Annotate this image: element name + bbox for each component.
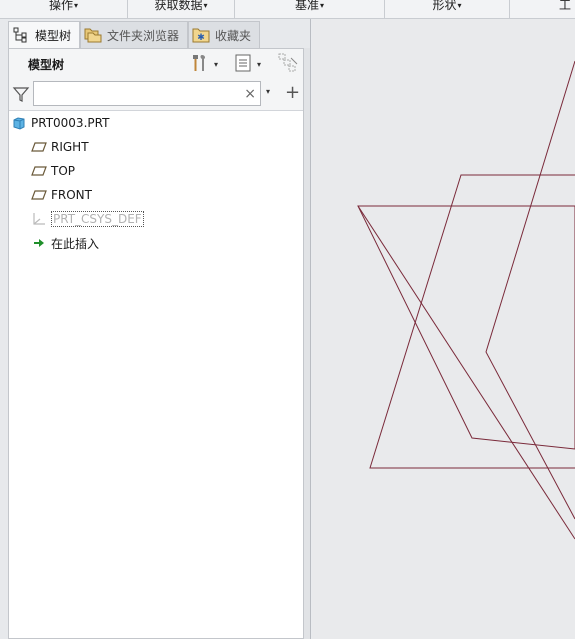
tree-item-label: 在此插入 [51, 236, 100, 251]
ribbon-group-datum[interactable]: 基准 ▾ [235, 0, 385, 19]
part-icon [11, 115, 27, 131]
model-tree: PRT0003.PRT RIGHT TOP FRONT PRT_CSYS_DEF… [9, 110, 303, 638]
chevron-down-icon: ▾ [257, 59, 262, 69]
ribbon-group-label: 获取数据 [154, 0, 203, 12]
ribbon-group-bar: 操作 ▾ 获取数据 ▾ 基准 ▾ 形状 ▾ 工 [0, 0, 575, 19]
clear-icon[interactable]: × [244, 84, 256, 104]
chevron-down-icon: ▾ [74, 1, 79, 10]
datum-plane-outline [485, 60, 575, 520]
panel-title: 模型树 [28, 58, 65, 72]
ribbon-group-label: 基准 [294, 0, 319, 12]
tree-settings-button[interactable]: ▾ [191, 53, 218, 75]
show-columns-button[interactable]: ▾ [234, 53, 261, 75]
tree-item-insert-here[interactable]: 在此插入 [31, 233, 99, 253]
tools-icon [191, 53, 209, 76]
datum-plane-icon [31, 163, 47, 179]
add-icon[interactable]: + [285, 81, 300, 105]
graphics-window[interactable] [312, 19, 575, 639]
list-settings-icon [234, 53, 252, 76]
tab-model-tree[interactable]: 模型树 [8, 21, 81, 48]
filter-icon[interactable] [12, 85, 30, 103]
tree-item-top-plane[interactable]: TOP [31, 161, 75, 181]
ribbon-group-get-data[interactable]: 获取数据 ▾ [128, 0, 235, 19]
navigator-panel: 模型树 文件夹浏览器 ✱ 收藏夹 模型树 ▾ ▾ × ▾ + PRT0003.P… [0, 19, 311, 639]
search-input[interactable]: × [33, 81, 261, 106]
svg-text:✱: ✱ [197, 33, 205, 43]
panel-splitter[interactable] [304, 48, 310, 639]
chevron-down-icon: ▾ [457, 1, 462, 10]
insert-here-arrow-icon [31, 235, 47, 251]
datum-plane-icon [31, 187, 47, 203]
chevron-down-icon: ▾ [320, 1, 325, 10]
tab-folder-browser[interactable]: 文件夹浏览器 [80, 21, 189, 48]
tree-item-csys[interactable]: PRT_CSYS_DEF [31, 209, 144, 229]
datum-plane-icon [31, 139, 47, 155]
navigator-tabs: 模型树 文件夹浏览器 ✱ 收藏夹 [8, 21, 261, 48]
tab-favorites[interactable]: ✱ 收藏夹 [188, 21, 261, 48]
chevron-down-icon[interactable]: ▾ [266, 87, 270, 96]
tree-item-root-part[interactable]: PRT0003.PRT [11, 113, 109, 133]
ribbon-group-label: 工 [558, 0, 571, 12]
datum-plane-outline [369, 174, 575, 469]
ribbon-group-label: 形状 [432, 0, 457, 12]
folder-browser-icon [83, 26, 103, 44]
tab-label: 模型树 [35, 28, 72, 43]
tree-item-label: FRONT [51, 188, 92, 202]
model-tree-icon [11, 26, 31, 44]
chevron-down-icon: ▾ [214, 59, 219, 69]
ribbon-group-operations[interactable]: 操作 ▾ [0, 0, 128, 19]
tree-item-label: PRT_CSYS_DEF [51, 211, 144, 227]
datum-plane-outline [357, 205, 575, 450]
model-tree-header: 模型树 ▾ ▾ [9, 49, 303, 79]
tab-label: 收藏夹 [215, 28, 252, 43]
chevron-down-icon: ▾ [203, 1, 208, 10]
ribbon-group-shapes[interactable]: 形状 ▾ [385, 0, 510, 19]
datum-planes-view [357, 60, 575, 540]
tree-item-label: TOP [51, 164, 76, 178]
coordinate-system-icon [31, 211, 47, 227]
tree-item-label: RIGHT [51, 140, 89, 154]
favorites-icon: ✱ [191, 26, 211, 44]
datum-plane-edge [357, 205, 575, 540]
search-filter-row: × ▾ + [9, 81, 303, 107]
model-tree-panel: 模型树 ▾ ▾ × ▾ + PRT0003.PRT RIGHT TOP FRON… [8, 48, 304, 639]
tree-filter-display-button[interactable] [278, 53, 298, 75]
ribbon-group-label: 操作 [48, 0, 73, 12]
tab-label: 文件夹浏览器 [107, 28, 180, 43]
ribbon-group-engineering[interactable]: 工 [510, 0, 575, 19]
tree-item-front-plane[interactable]: FRONT [31, 185, 92, 205]
tree-item-right-plane[interactable]: RIGHT [31, 137, 89, 157]
tree-item-label: PRT0003.PRT [31, 116, 110, 130]
layers-disabled-icon [278, 53, 298, 76]
